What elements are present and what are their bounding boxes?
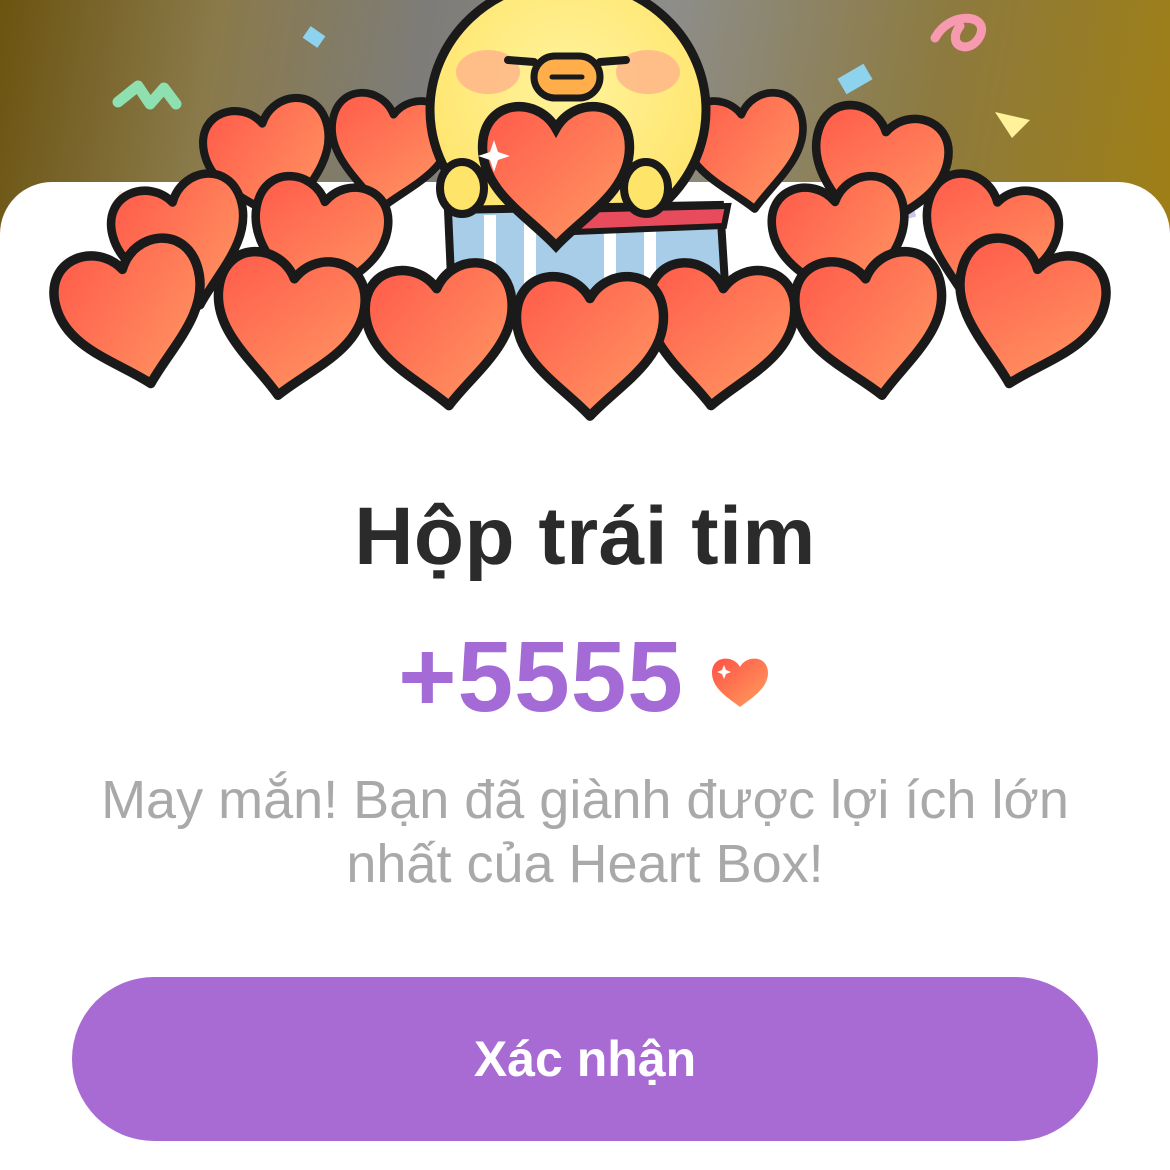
- reward-amount: +5555: [398, 621, 684, 733]
- heart-icon: [708, 653, 772, 709]
- reward-message: May mắn! Bạn đã giành được lợi ích lớn n…: [101, 770, 1069, 894]
- reward-row: +5555: [0, 620, 1170, 735]
- confirm-button-label: Xác nhận: [473, 1031, 697, 1087]
- dialog-title: Hộp trái tim: [354, 491, 816, 582]
- confirm-button[interactable]: Xác nhận: [72, 977, 1098, 1141]
- duck-hearts-illustration: [0, 0, 1170, 440]
- duck-mascot: [425, 0, 732, 304]
- heart-box-reward-screen: Hộp trái tim +5555 May mắn! Bạn đã giành…: [0, 0, 1170, 1170]
